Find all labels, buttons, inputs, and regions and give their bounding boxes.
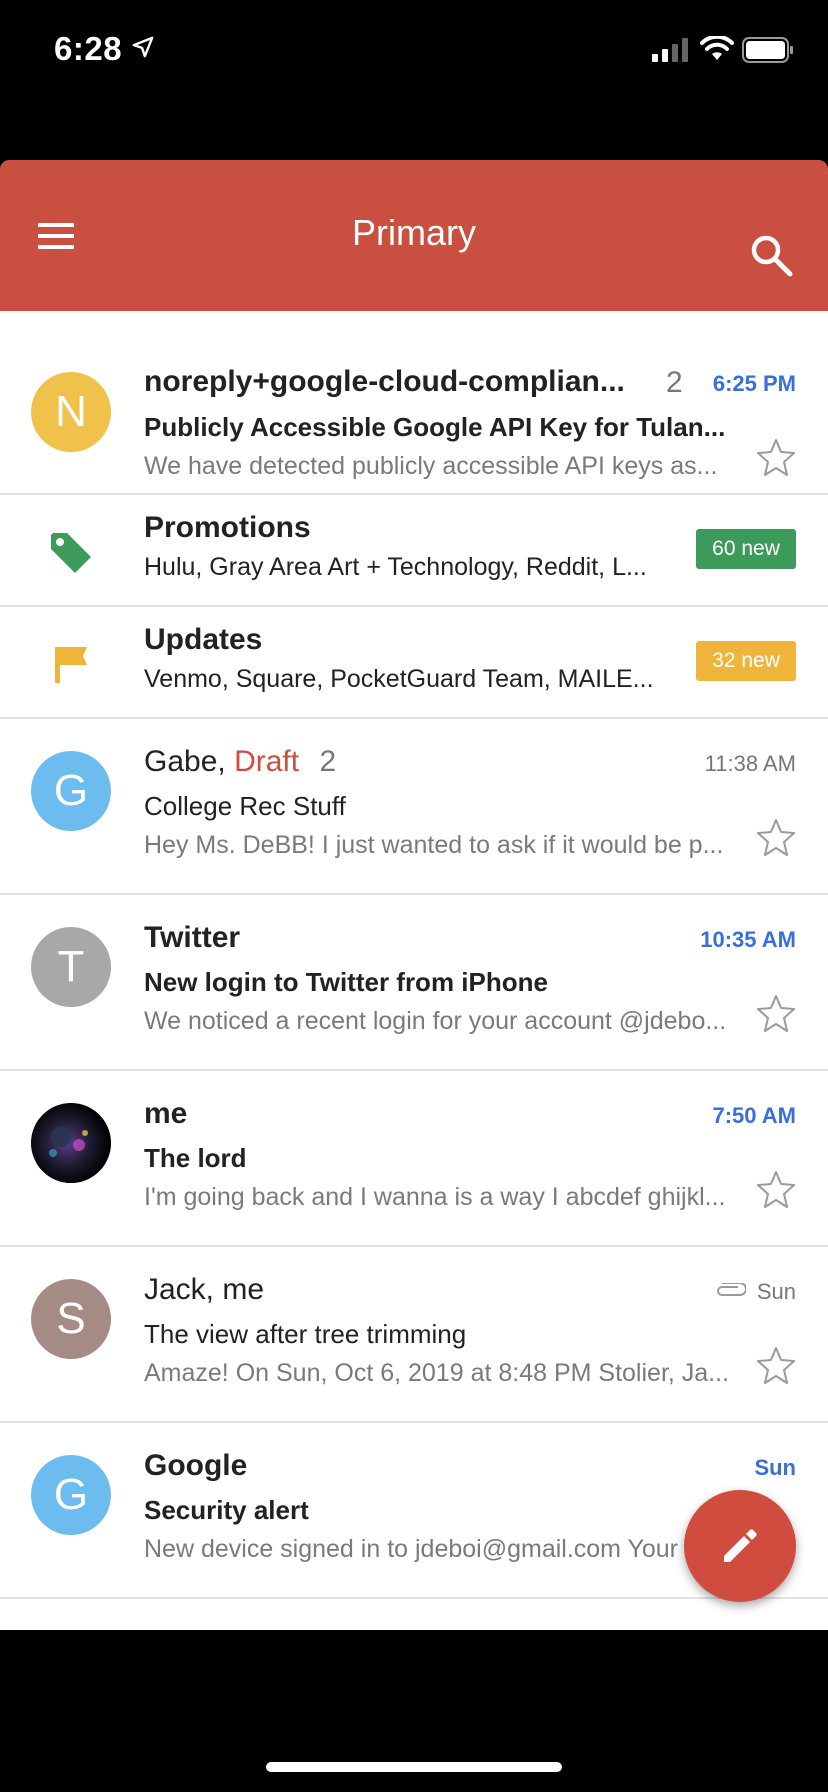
page-title: Primary (352, 212, 476, 253)
email-snippet: Hey Ms. DeBB! I just wanted to ask if it… (144, 831, 724, 859)
email-snippet: We have detected publicly accessible API… (144, 452, 718, 480)
paperclip-icon (717, 1283, 746, 1296)
sender-name: Twitter (144, 921, 241, 954)
email-time: 10:35 AM (700, 927, 796, 952)
sender-name: Google (144, 1449, 248, 1482)
email-subject: The lord (144, 1143, 247, 1173)
email-snippet: New device signed in to jdeboi@gmail.com… (144, 1535, 726, 1563)
email-time: 6:25 PM (712, 371, 796, 396)
email-snippet: We noticed a recent login for your accou… (144, 1007, 727, 1035)
category-senders: Venmo, Square, PocketGuard Team, MAILE..… (144, 665, 654, 693)
flag-icon (55, 647, 87, 683)
status-time: 6:28 (54, 30, 123, 67)
star-outline-icon[interactable] (756, 993, 796, 1033)
email-row[interactable]: T Twitter 10:35 AM New login to Twitter … (0, 895, 828, 1071)
sender-name: noreply+google-cloud-complian... (144, 365, 625, 398)
sender-name: me (144, 1097, 188, 1130)
email-time: 11:38 AM (704, 751, 796, 776)
search-icon[interactable] (748, 232, 796, 280)
email-subject: New login to Twitter from iPhone (144, 967, 548, 997)
avatar: T (31, 927, 111, 1007)
email-time: Sun (756, 1279, 796, 1304)
toolbar: Primary (0, 160, 828, 311)
email-row[interactable]: me 7:50 AM The lord I'm going back and I… (0, 1071, 828, 1247)
email-row[interactable]: S Jack, me Sun The view after tree trimm… (0, 1247, 828, 1423)
wifi-icon (700, 36, 734, 60)
sender-name-text: Gabe, (144, 745, 226, 778)
new-count-badge: 32 new (696, 641, 796, 681)
location-arrow-icon (132, 36, 154, 58)
home-indicator[interactable] (266, 1762, 562, 1772)
email-snippet: Amaze! On Sun, Oct 6, 2019 at 8:48 PM St… (144, 1359, 730, 1387)
email-subject: Security alert (144, 1495, 309, 1525)
star-outline-icon[interactable] (756, 817, 796, 857)
email-subject: The view after tree trimming (144, 1319, 467, 1349)
draft-label: Draft (234, 745, 300, 778)
email-subject: Publicly Accessible Google API Key for T… (144, 412, 726, 442)
cellular-signal-icon (652, 38, 688, 62)
email-time: Sun (754, 1455, 796, 1480)
star-outline-icon[interactable] (756, 1169, 796, 1209)
avatar: S (31, 1279, 111, 1359)
avatar: G (31, 1455, 111, 1535)
battery-icon (742, 37, 793, 63)
email-row[interactable]: G Gabe, Draft 2 11:38 AM College Rec Stu… (0, 719, 828, 895)
status-bar: 6:28 (0, 0, 828, 100)
tag-icon (51, 533, 91, 573)
category-senders: Hulu, Gray Area Art + Technology, Reddit… (144, 553, 647, 581)
sender-name: Gabe, Draft 2 (144, 745, 336, 779)
avatar: N (31, 372, 111, 452)
email-subject: College Rec Stuff (144, 791, 346, 821)
thread-count: 2 (319, 745, 337, 778)
star-outline-icon[interactable] (756, 1345, 796, 1385)
category-updates[interactable]: Updates Venmo, Square, PocketGuard Team,… (0, 607, 828, 719)
gmail-app: Primary N noreply+google-cloud-complian.… (0, 160, 828, 1630)
thread-count: 2 (666, 366, 683, 399)
compose-button[interactable] (684, 1490, 796, 1602)
star-outline-icon[interactable] (756, 437, 796, 477)
sender-name: Jack, me (144, 1273, 265, 1306)
avatar (31, 1103, 111, 1183)
pencil-icon (724, 1529, 757, 1562)
category-promotions[interactable]: Promotions Hulu, Gray Area Art + Technol… (0, 495, 828, 607)
new-count-badge: 60 new (696, 529, 796, 569)
category-title: Updates (144, 623, 263, 656)
email-snippet: I'm going back and I wanna is a way I ab… (144, 1183, 726, 1211)
email-time: 7:50 AM (712, 1103, 796, 1128)
category-title: Promotions (144, 511, 311, 544)
email-row[interactable]: N noreply+google-cloud-complian... 2 6:2… (0, 311, 828, 495)
avatar: G (31, 751, 111, 831)
